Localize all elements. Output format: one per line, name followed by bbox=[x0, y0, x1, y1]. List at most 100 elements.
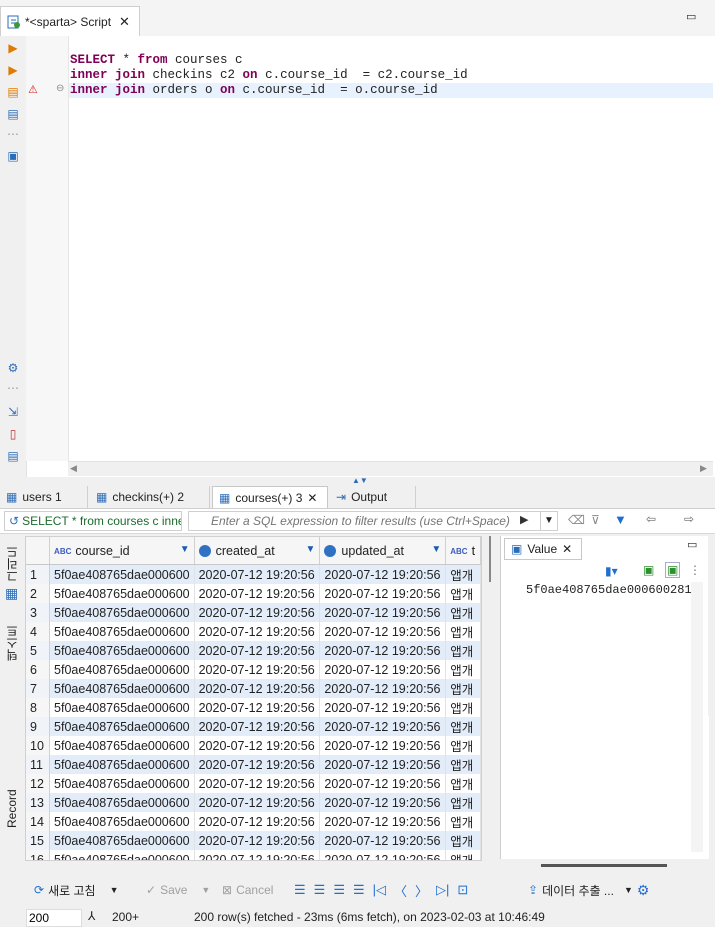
column-header-created-at[interactable]: created_at ▼ bbox=[194, 537, 321, 565]
table-cell[interactable]: 2020-07-12 19:20:56 bbox=[194, 660, 321, 679]
table-cell[interactable]: 2020-07-12 19:20:56 bbox=[319, 660, 447, 679]
delete-row-icon[interactable]: ☰ bbox=[353, 882, 365, 898]
fetch-all-icon[interactable]: ⊡ bbox=[457, 882, 468, 898]
table-cell[interactable]: 5f0ae408765dae000600 bbox=[49, 812, 195, 831]
table-cell[interactable]: 앱개 bbox=[445, 812, 481, 831]
sort-icon[interactable]: ▼ bbox=[180, 544, 190, 555]
table-cell[interactable]: 5f0ae408765dae000600 bbox=[49, 831, 195, 850]
table-cell[interactable]: 2020-07-12 19:20:56 bbox=[194, 774, 321, 793]
table-cell[interactable]: 2020-07-12 19:20:56 bbox=[319, 564, 447, 584]
sql-code[interactable]: SELECT * from courses c inner join checki… bbox=[70, 38, 468, 113]
table-cell[interactable]: 앱개 bbox=[445, 584, 481, 603]
column-header-t[interactable]: ABC t bbox=[445, 537, 481, 565]
table-cell[interactable]: 2020-07-12 19:20:56 bbox=[319, 584, 447, 603]
table-row[interactable]: 15 5f0ae408765dae000600 2020-07-12 19:20:5… bbox=[26, 831, 481, 850]
table-cell[interactable]: 2020-07-12 19:20:56 bbox=[319, 812, 447, 831]
table-cell[interactable]: 2020-07-12 19:20:56 bbox=[319, 698, 447, 717]
table-cell[interactable]: 2020-07-12 19:20:56 bbox=[194, 831, 321, 850]
chevron-down-icon[interactable]: ▼ bbox=[110, 885, 119, 895]
back-icon[interactable]: ⇦ bbox=[646, 512, 656, 526]
table-row[interactable]: 16 5f0ae408765dae000600 2020-07-12 19:20:5… bbox=[26, 850, 481, 860]
table-cell[interactable]: 2020-07-12 19:20:56 bbox=[194, 812, 321, 831]
minimize-icon[interactable]: ▭ bbox=[686, 10, 696, 23]
chevron-down-icon[interactable]: ▼ bbox=[201, 885, 210, 895]
more-icon[interactable]: ⋯ bbox=[5, 126, 21, 142]
table-cell[interactable]: 5f0ae408765dae000600 bbox=[49, 774, 195, 793]
table-cell[interactable]: 5f0ae408765dae000600 bbox=[49, 850, 195, 860]
table-row[interactable]: 12 5f0ae408765dae000600 2020-07-12 19:20:5… bbox=[26, 774, 481, 793]
export-data-button[interactable]: ⇪ 데이터 추출 ... ▼ ⚙ bbox=[528, 880, 649, 900]
table-cell[interactable]: 앱개 bbox=[445, 831, 481, 850]
tab-output[interactable]: ⇥ Output bbox=[330, 486, 416, 508]
table-row[interactable]: 13 5f0ae408765dae000600 2020-07-12 19:20:5… bbox=[26, 793, 481, 812]
console-icon[interactable]: ▣ bbox=[5, 148, 21, 164]
table-cell[interactable]: 2020-07-12 19:20:56 bbox=[319, 793, 447, 812]
tab-checkins[interactable]: ▦ checkins(+) 2 bbox=[90, 486, 210, 508]
save-button[interactable]: ✓ Save ▼ bbox=[146, 880, 210, 900]
table-cell[interactable]: 앱개 bbox=[445, 698, 481, 717]
value-scrollbar[interactable] bbox=[691, 582, 703, 852]
table-row[interactable]: 2 5f0ae408765dae000600 2020-07-12 19:20:56… bbox=[26, 584, 481, 603]
value-tab[interactable]: ▣ Value ✕ bbox=[504, 538, 582, 560]
minimize-icon[interactable]: ▭ bbox=[687, 538, 697, 551]
table-cell[interactable]: 2020-07-12 19:20:56 bbox=[319, 755, 447, 774]
column-header-course-id[interactable]: ABC course_id ▼ bbox=[49, 537, 195, 565]
table-cell[interactable]: 2020-07-12 19:20:56 bbox=[319, 622, 447, 641]
fetch-size-input[interactable] bbox=[26, 909, 82, 927]
value-content[interactable]: 5f0ae408765dae00060028178 bbox=[526, 583, 691, 597]
panel-format-icon[interactable]: ▮▾ bbox=[605, 564, 618, 578]
table-row[interactable]: 4 5f0ae408765dae000600 2020-07-12 19:20:56… bbox=[26, 622, 481, 641]
table-cell[interactable]: 2020-07-12 19:20:56 bbox=[194, 641, 321, 660]
close-icon[interactable]: ✕ bbox=[562, 542, 572, 556]
table-cell[interactable]: 2020-07-12 19:20:56 bbox=[194, 584, 321, 603]
auto-save-icon[interactable]: ▣ bbox=[665, 562, 681, 578]
table-cell[interactable]: 2020-07-12 19:20:56 bbox=[319, 641, 447, 660]
filter-clear-icon[interactable]: ⊽ bbox=[591, 513, 600, 527]
table-cell[interactable]: 5f0ae408765dae000600 bbox=[49, 755, 195, 774]
editor-tab[interactable]: *<sparta> Script ✕ bbox=[0, 6, 140, 36]
table-cell[interactable]: 5f0ae408765dae000600 bbox=[49, 717, 195, 736]
sort-icon[interactable]: ▼ bbox=[306, 544, 316, 555]
table-cell[interactable]: 2020-07-12 19:20:56 bbox=[319, 774, 447, 793]
table-cell[interactable]: 2020-07-12 19:20:56 bbox=[194, 622, 321, 641]
more-icon[interactable]: ⋮ bbox=[689, 563, 701, 577]
table-cell[interactable]: 2020-07-12 19:20:56 bbox=[194, 564, 321, 584]
copy-row-icon[interactable]: ☰ bbox=[333, 882, 345, 898]
table-cell[interactable]: 앱개 bbox=[445, 564, 481, 584]
first-page-icon[interactable]: |◁ bbox=[373, 882, 386, 898]
grid-icon[interactable]: ▦ bbox=[5, 585, 18, 602]
table-cell[interactable]: 5f0ae408765dae000600 bbox=[49, 641, 195, 660]
horizontal-scrollbar[interactable]: ◀ ▶ bbox=[68, 461, 713, 476]
filter-input[interactable] bbox=[188, 511, 558, 531]
table-row[interactable]: 3 5f0ae408765dae000600 2020-07-12 19:20:56… bbox=[26, 603, 481, 622]
table-row[interactable]: 11 5f0ae408765dae000600 2020-07-12 19:20:5… bbox=[26, 755, 481, 774]
explain-plan-icon[interactable]: ▤ bbox=[5, 106, 21, 122]
column-header-updated-at[interactable]: updated_at ▼ bbox=[319, 537, 447, 565]
table-cell[interactable]: 2020-07-12 19:20:56 bbox=[319, 603, 447, 622]
table-cell[interactable]: 5f0ae408765dae000600 bbox=[49, 698, 195, 717]
scroll-left-icon[interactable]: ◀ bbox=[70, 463, 77, 474]
table-row[interactable]: 7 5f0ae408765dae000600 2020-07-12 19:20:56… bbox=[26, 679, 481, 698]
add-row-icon[interactable]: ☰ bbox=[314, 882, 326, 898]
save-value-icon[interactable]: ▣ bbox=[643, 563, 654, 577]
query-chip[interactable]: ↺ SELECT * from courses c inne bbox=[4, 511, 182, 531]
table-cell[interactable]: 앱개 bbox=[445, 660, 481, 679]
table-cell[interactable]: 2020-07-12 19:20:56 bbox=[194, 850, 321, 860]
table-cell[interactable]: 2020-07-12 19:20:56 bbox=[194, 717, 321, 736]
table-cell[interactable]: 2020-07-12 19:20:56 bbox=[194, 736, 321, 755]
refresh-button[interactable]: ⟳ 새로 고침 ▼ bbox=[34, 880, 118, 900]
edit-row-icon[interactable]: ☰ bbox=[294, 882, 306, 898]
table-cell[interactable]: 2020-07-12 19:20:56 bbox=[194, 679, 321, 698]
eraser-icon[interactable]: ⌫ bbox=[568, 513, 585, 527]
table-cell[interactable]: 앱개 bbox=[445, 755, 481, 774]
table-cell[interactable]: 앱개 bbox=[445, 603, 481, 622]
table-cell[interactable]: 앱개 bbox=[445, 736, 481, 755]
fold-icon[interactable]: ⊖ bbox=[56, 83, 64, 94]
table-cell[interactable]: 2020-07-12 19:20:56 bbox=[194, 793, 321, 812]
execute-script-icon[interactable]: ▤ bbox=[5, 84, 21, 100]
table-cell[interactable]: 2020-07-12 19:20:56 bbox=[194, 698, 321, 717]
table-cell[interactable]: 앱개 bbox=[445, 641, 481, 660]
value-hscrollbar[interactable] bbox=[541, 864, 667, 867]
text-view-tab[interactable]: 텍스트 bbox=[2, 619, 22, 667]
record-view-tab[interactable]: Record bbox=[2, 783, 22, 835]
